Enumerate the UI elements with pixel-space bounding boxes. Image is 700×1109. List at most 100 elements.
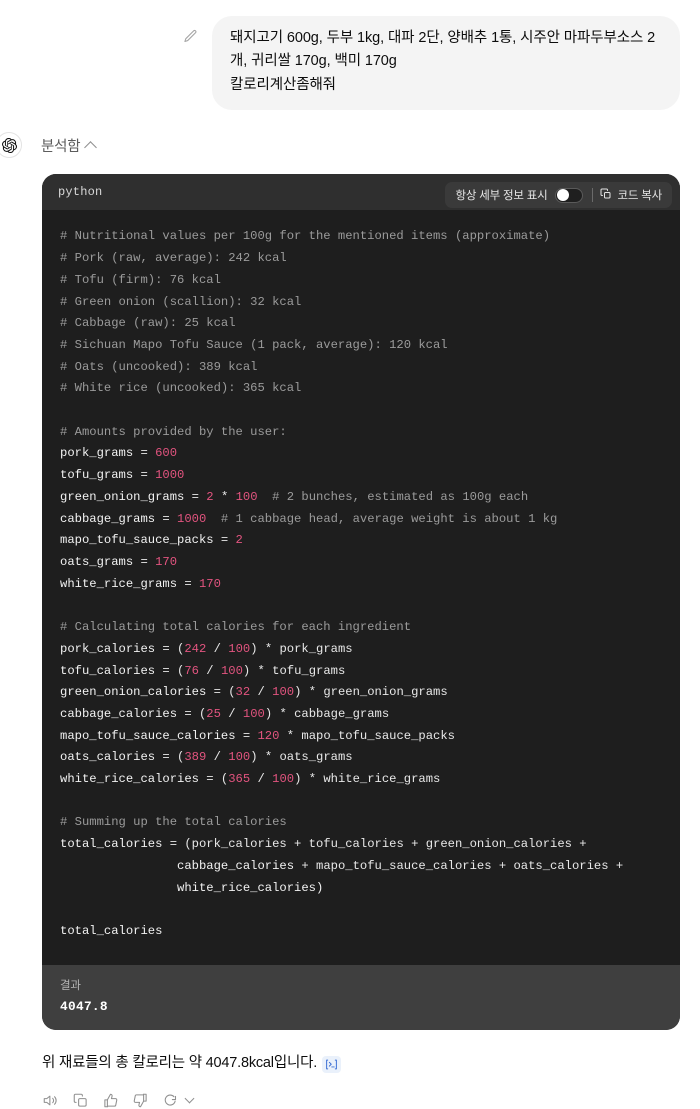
code-token-name: oats_calories bbox=[60, 750, 156, 765]
code-token-num: 242 bbox=[184, 641, 207, 656]
code-token-op: / bbox=[250, 685, 273, 700]
code-line: # Cabbage (raw): 25 kcal bbox=[60, 313, 662, 335]
code-line: cabbage_grams = 1000 # 1 cabbage head, a… bbox=[60, 509, 662, 531]
code-token-op: ) * oats_grams bbox=[250, 750, 353, 765]
thumbs-down-icon[interactable] bbox=[132, 1092, 149, 1109]
code-token-num: 76 bbox=[184, 663, 199, 678]
code-line: # Pork (raw, average): 242 kcal bbox=[60, 248, 662, 270]
always-show-details-label: 항상 세부 정보 표시 bbox=[455, 190, 548, 203]
code-line: tofu_grams = 1000 bbox=[60, 465, 662, 487]
code-token-comment: # Pork (raw, average): 242 kcal bbox=[60, 251, 287, 266]
code-token-op: = ( bbox=[155, 641, 185, 656]
code-token-num: 100 bbox=[228, 750, 251, 765]
thumbs-up-icon[interactable] bbox=[102, 1092, 119, 1109]
code-token-num: 1000 bbox=[177, 511, 207, 526]
speaker-icon[interactable] bbox=[42, 1092, 59, 1109]
result-label: 결과 bbox=[60, 979, 81, 992]
code-token-name: mapo_tofu_sauce_packs bbox=[60, 533, 214, 548]
code-token-op: = (pork_calories + tofu_calories + green… bbox=[162, 837, 587, 852]
code-token-name: oats_grams bbox=[60, 555, 134, 569]
terminal-citation-icon[interactable] bbox=[322, 1055, 342, 1073]
code-line: white_rice_calories) bbox=[60, 878, 662, 900]
code-token-name: tofu_grams bbox=[60, 468, 134, 483]
code-token-num: 170 bbox=[155, 555, 178, 569]
code-line: # Green onion (scallion): 32 kcal bbox=[60, 292, 662, 314]
code-line: tofu_calories = (76 / 100) * tofu_grams bbox=[60, 661, 662, 683]
code-token-name: white_rice_grams bbox=[60, 576, 178, 591]
code-line: green_onion_grams = 2 * 100 # 2 bunches,… bbox=[60, 487, 662, 509]
code-token-num: 389 bbox=[184, 750, 207, 765]
code-line: mapo_tofu_sauce_packs = 2 bbox=[60, 530, 662, 552]
code-token-op: / bbox=[250, 772, 273, 787]
code-token-comment: # Calculating total calories for each in… bbox=[60, 620, 412, 635]
code-token-op: / bbox=[220, 706, 243, 721]
code-token-name: white_rice_calories bbox=[60, 772, 199, 787]
code-token-op: / bbox=[198, 663, 221, 678]
code-line: pork_grams = 600 bbox=[60, 443, 662, 465]
code-token-op: = bbox=[133, 468, 156, 483]
code-token-comment: # Summing up the total calories bbox=[60, 815, 287, 830]
code-token-op: = ( bbox=[155, 663, 185, 678]
code-token-comment: # Tofu (firm): 76 kcal bbox=[60, 272, 221, 287]
chevron-down-icon[interactable] bbox=[184, 1093, 195, 1104]
code-content[interactable]: # Nutritional values per 100g for the me… bbox=[42, 210, 680, 965]
code-token-op: * mapo_tofu_sauce_packs bbox=[279, 728, 455, 743]
final-answer-text: 위 재료들의 총 칼로리는 약 4047.8kcal입니다. bbox=[42, 1054, 318, 1071]
code-token-op: ) * white_rice_grams bbox=[294, 772, 441, 787]
code-token-op: = ( bbox=[155, 750, 185, 765]
code-token-op: = bbox=[177, 576, 199, 591]
code-token-num: 2 bbox=[206, 489, 214, 504]
code-token-op: = bbox=[213, 533, 236, 548]
assistant-header: 분석함 bbox=[0, 132, 700, 159]
code-token-num: 2 bbox=[235, 533, 243, 548]
code-token-comment: # 2 bunches, estimated as 100g each bbox=[257, 489, 529, 504]
code-token-num: 25 bbox=[206, 706, 221, 721]
code-token-num: 1000 bbox=[155, 468, 185, 483]
analysis-toggle[interactable]: 분석함 bbox=[41, 135, 98, 156]
code-token-num: 100 bbox=[272, 772, 295, 787]
code-token-op: ) * green_onion_grams bbox=[294, 685, 448, 700]
copy-icon[interactable] bbox=[72, 1092, 89, 1109]
code-token-name: cabbage_calories bbox=[60, 706, 178, 721]
toolbar-divider bbox=[592, 188, 594, 203]
code-token-op: = ( bbox=[206, 685, 236, 700]
code-line: pork_calories = (242 / 100) * pork_grams bbox=[60, 639, 662, 661]
code-line: # Amounts provided by the user: bbox=[60, 422, 662, 444]
code-token-comment: # Oats (uncooked): 389 kcal bbox=[60, 359, 258, 374]
copy-code-button[interactable]: 코드 복사 bbox=[600, 187, 668, 203]
code-line: cabbage_calories = (25 / 100) * cabbage_… bbox=[60, 704, 662, 726]
code-line: # Sichuan Mapo Tofu Sauce (1 pack, avera… bbox=[60, 335, 662, 357]
code-line: oats_calories = (389 / 100) * oats_grams bbox=[60, 747, 662, 769]
analysis-label: 분석함 bbox=[41, 138, 81, 155]
code-token-num: 600 bbox=[155, 446, 178, 461]
code-token-op: = bbox=[184, 489, 207, 504]
pencil-icon[interactable] bbox=[178, 24, 202, 48]
code-token-comment: # Sichuan Mapo Tofu Sauce (1 pack, avera… bbox=[60, 337, 448, 352]
code-token-op: = ( bbox=[177, 706, 207, 721]
code-result-panel: 결과 4047.8 bbox=[42, 964, 680, 1030]
code-token-comment: # Green onion (scallion): 32 kcal bbox=[60, 294, 302, 309]
code-line: total_calories bbox=[60, 921, 662, 943]
code-token-num: 100 bbox=[228, 641, 251, 656]
code-token-name: cabbage_grams bbox=[60, 511, 156, 526]
assistant-message-turn: 분석함 python 항상 세부 정보 표시 코드 복사 # Nutrition… bbox=[0, 110, 700, 1108]
always-show-details-toggle[interactable] bbox=[555, 187, 584, 203]
toggle-knob bbox=[557, 189, 570, 202]
code-token-num: 32 bbox=[235, 685, 251, 700]
code-line: white_rice_calories = (365 / 100) * whit… bbox=[60, 769, 662, 791]
code-token-comment: # White rice (uncooked): 365 kcal bbox=[60, 381, 302, 396]
code-token-name: green_onion_calories bbox=[60, 685, 207, 700]
code-line: mapo_tofu_sauce_calories = 120 * mapo_to… bbox=[60, 726, 662, 748]
code-line: total_calories = (pork_calories + tofu_c… bbox=[60, 834, 662, 856]
code-token-num: 100 bbox=[242, 706, 265, 721]
regenerate-icon[interactable] bbox=[162, 1092, 179, 1109]
code-line: green_onion_calories = (32 / 100) * gree… bbox=[60, 682, 662, 704]
code-line: # Calculating total calories for each in… bbox=[60, 617, 662, 639]
code-token-op: = bbox=[133, 555, 156, 569]
code-token-op: = bbox=[133, 446, 156, 461]
code-token-name: pork_grams bbox=[60, 446, 134, 461]
code-token-num: 365 bbox=[228, 772, 251, 787]
